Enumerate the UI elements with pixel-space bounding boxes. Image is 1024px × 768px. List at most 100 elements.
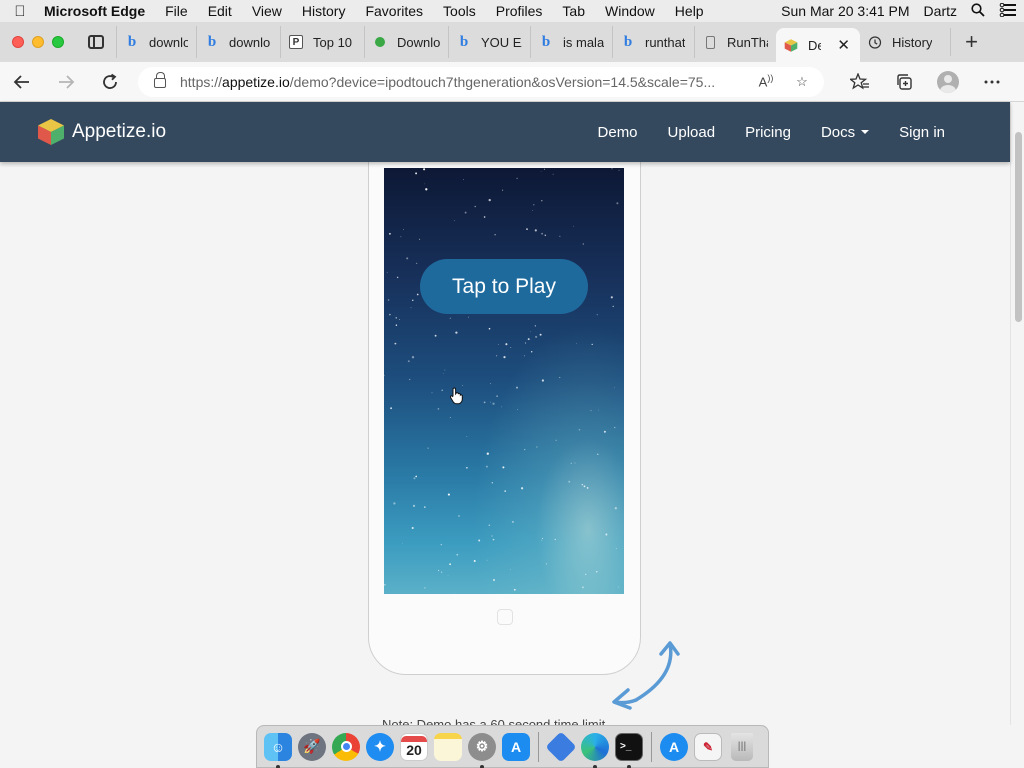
app-menu[interactable]: Microsoft Edge bbox=[40, 3, 155, 19]
menu-history[interactable]: History bbox=[292, 3, 356, 19]
add-favorite-icon[interactable]: ☆ bbox=[790, 74, 814, 90]
star bbox=[614, 426, 616, 429]
tab-8[interactable]: RunTha bbox=[694, 26, 776, 58]
collections-icon[interactable] bbox=[882, 62, 926, 102]
tab-5[interactable]: b YOU EA bbox=[448, 26, 530, 58]
nav-demo[interactable]: Demo bbox=[583, 124, 653, 141]
star bbox=[462, 179, 464, 181]
dock-app-store-downloads[interactable]: A bbox=[657, 730, 691, 764]
dock-finder[interactable]: ☺ bbox=[261, 730, 295, 768]
tab-2[interactable]: b downlo bbox=[196, 26, 280, 58]
star bbox=[496, 395, 499, 398]
star bbox=[610, 296, 613, 299]
dock-system-preferences[interactable]: ⚙ bbox=[465, 730, 499, 768]
rotate-device-icon[interactable] bbox=[608, 638, 684, 714]
star bbox=[559, 235, 561, 237]
tab-6[interactable]: b is malay bbox=[530, 26, 612, 58]
star bbox=[573, 225, 575, 227]
dock-safari[interactable]: ✦ bbox=[363, 730, 397, 764]
star bbox=[516, 177, 518, 179]
profile-avatar[interactable] bbox=[926, 62, 970, 102]
dock: ☺ 🚀 ✦ 20 ⚙ A >_ A ✎ ||| bbox=[256, 725, 769, 768]
menu-tools[interactable]: Tools bbox=[433, 3, 486, 19]
dock-launchpad[interactable]: 🚀 bbox=[295, 730, 329, 764]
back-button[interactable] bbox=[0, 62, 44, 102]
control-center-icon[interactable] bbox=[992, 2, 1024, 20]
zoom-window-button[interactable] bbox=[52, 36, 64, 48]
menu-file[interactable]: File bbox=[155, 3, 198, 19]
reload-button[interactable] bbox=[88, 62, 132, 102]
clock[interactable]: Sun Mar 20 3:41 PM bbox=[774, 3, 916, 19]
dock-calendar[interactable]: 20 bbox=[397, 730, 431, 764]
star bbox=[576, 343, 577, 344]
dock-terminal[interactable]: >_ bbox=[612, 730, 646, 768]
forward-button[interactable] bbox=[44, 62, 88, 102]
user-name[interactable]: Dartz bbox=[917, 3, 964, 19]
menu-tab[interactable]: Tab bbox=[552, 3, 595, 19]
tab-history[interactable]: History bbox=[860, 26, 942, 58]
star bbox=[611, 168, 613, 170]
star bbox=[505, 343, 508, 346]
device-screen[interactable]: Tap to Play bbox=[384, 168, 624, 594]
tab-4[interactable]: Downlo bbox=[364, 26, 448, 58]
star bbox=[486, 559, 488, 561]
favorites-icon[interactable] bbox=[838, 62, 882, 102]
nav-sign-in[interactable]: Sign in bbox=[884, 124, 960, 141]
site-logo[interactable]: Appetize.io bbox=[36, 117, 166, 147]
tab-label: runthat bbox=[645, 34, 686, 50]
star bbox=[491, 535, 493, 537]
nav-pricing[interactable]: Pricing bbox=[730, 124, 806, 141]
tab-7[interactable]: b runthat bbox=[612, 26, 694, 58]
dock-trash[interactable]: ||| bbox=[725, 730, 759, 764]
dock-xcode[interactable] bbox=[544, 730, 578, 764]
scrollbar-thumb[interactable] bbox=[1015, 132, 1022, 322]
menu-help[interactable]: Help bbox=[665, 3, 714, 19]
menu-favorites[interactable]: Favorites bbox=[355, 3, 433, 19]
spotlight-icon[interactable] bbox=[964, 2, 992, 20]
star bbox=[490, 383, 491, 385]
lock-icon[interactable] bbox=[154, 71, 166, 88]
site-navbar: Appetize.io Demo Upload Pricing Docs Sig… bbox=[0, 102, 1010, 162]
finder-icon: ☺ bbox=[264, 732, 292, 761]
chrome-icon bbox=[332, 732, 360, 761]
star bbox=[617, 586, 620, 588]
apple-icon[interactable]:  bbox=[0, 3, 40, 20]
device-frame: Tap to Play bbox=[368, 162, 641, 675]
nav-upload[interactable]: Upload bbox=[653, 124, 731, 141]
read-aloud-icon[interactable]: A)) bbox=[754, 73, 778, 89]
tab-1[interactable]: b downlo bbox=[116, 26, 196, 58]
more-menu-icon[interactable] bbox=[970, 62, 1014, 102]
tab-actions-icon[interactable] bbox=[82, 28, 110, 56]
minimize-window-button[interactable] bbox=[32, 36, 44, 48]
menu-view[interactable]: View bbox=[242, 3, 292, 19]
gear-icon: ⚙ bbox=[468, 732, 496, 761]
dock-textedit[interactable]: ✎ bbox=[691, 730, 725, 764]
dock-notes[interactable] bbox=[431, 730, 465, 764]
star bbox=[586, 487, 589, 489]
new-tab-button[interactable]: + bbox=[950, 28, 978, 56]
url-text[interactable]: https://appetize.io/demo?device=ipodtouc… bbox=[180, 74, 742, 90]
safari-icon: ✦ bbox=[366, 732, 394, 761]
close-tab-icon[interactable]: ✕ bbox=[837, 36, 850, 54]
nav-docs[interactable]: Docs bbox=[806, 124, 884, 141]
menu-window[interactable]: Window bbox=[595, 3, 665, 19]
close-window-button[interactable] bbox=[12, 36, 24, 48]
star bbox=[535, 335, 538, 338]
menu-profiles[interactable]: Profiles bbox=[486, 3, 553, 19]
home-button[interactable] bbox=[497, 609, 513, 625]
bing-icon: b bbox=[541, 33, 551, 50]
tab-3[interactable]: P Top 10 E bbox=[280, 26, 364, 58]
star bbox=[427, 447, 429, 449]
menu-edit[interactable]: Edit bbox=[198, 3, 242, 19]
tap-to-play-button[interactable]: Tap to Play bbox=[420, 259, 588, 314]
tab-active-demo[interactable]: Dem ✕ bbox=[776, 28, 860, 62]
page-scrollbar[interactable] bbox=[1010, 102, 1024, 725]
dock-chrome[interactable] bbox=[329, 730, 363, 764]
star bbox=[419, 238, 421, 240]
address-bar[interactable]: https://appetize.io/demo?device=ipodtouc… bbox=[138, 66, 824, 97]
dock-edge[interactable] bbox=[578, 730, 612, 768]
dock-app-store[interactable]: A bbox=[499, 730, 533, 764]
star bbox=[412, 504, 416, 508]
star bbox=[517, 409, 518, 411]
star bbox=[590, 410, 592, 412]
